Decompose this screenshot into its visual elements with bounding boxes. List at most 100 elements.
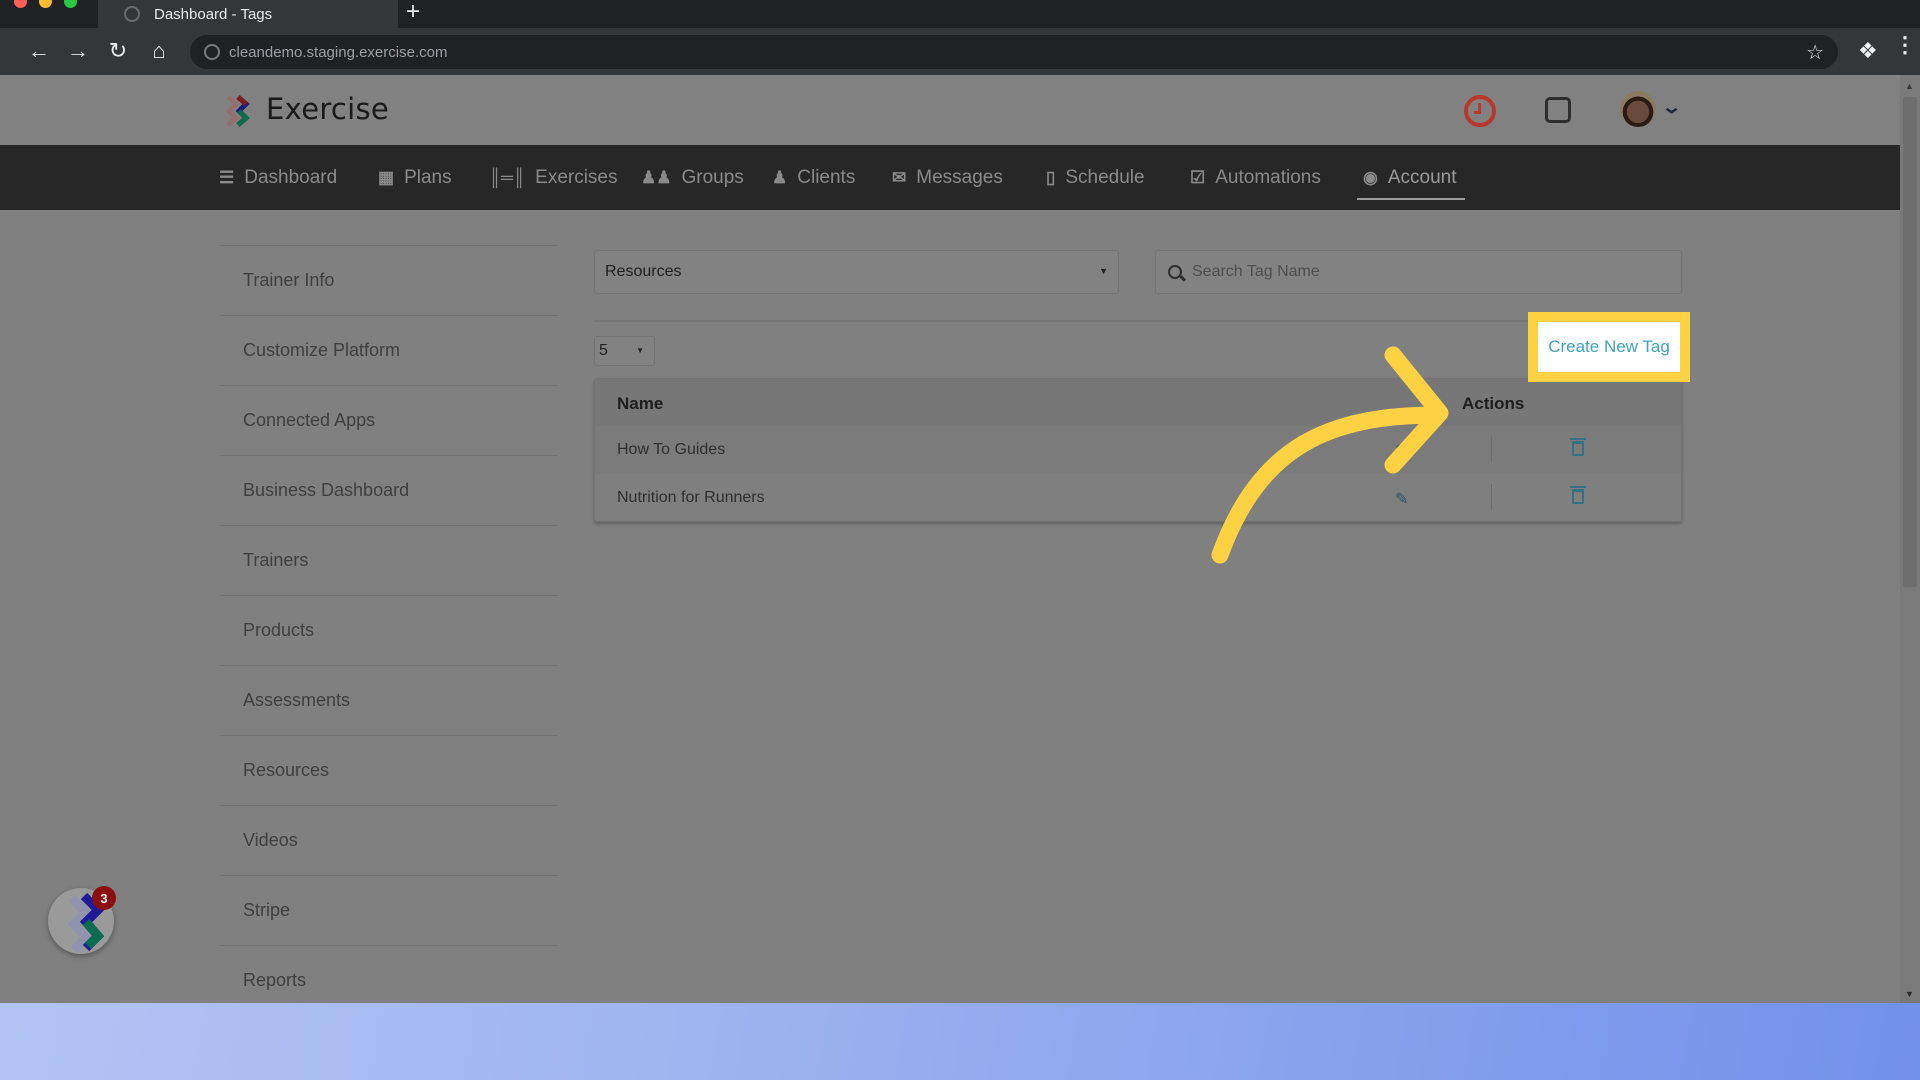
close-window-button[interactable]	[14, 0, 27, 8]
sidebar-item-reports[interactable]: Reports	[220, 945, 558, 1003]
url-text[interactable]: cleandemo.staging.exercise.com	[229, 44, 447, 61]
nav-groups[interactable]: ♟♟ Groups	[641, 145, 744, 210]
nav-clients[interactable]: ♟ Clients	[772, 145, 855, 210]
forward-icon[interactable]: →	[63, 36, 93, 66]
nav-label: Plans	[404, 166, 452, 188]
nav-label: Dashboard	[244, 166, 338, 188]
sidebar-item-label: Reports	[243, 970, 307, 990]
create-tag-highlight: Create New Tag	[1528, 312, 1690, 382]
nav-label: Clients	[797, 166, 856, 188]
sidebar-item-label: Products	[243, 620, 315, 640]
sidebar-item-stripe[interactable]: Stripe	[220, 875, 558, 945]
sidebar-item-label: Trainers	[243, 550, 309, 570]
maximize-window-button[interactable]	[64, 0, 77, 8]
back-icon[interactable]: ←	[24, 36, 54, 66]
column-header-actions: Actions	[1462, 394, 1525, 413]
app-header: Exercise ⌄	[0, 75, 1900, 145]
page-size-select[interactable]: 5 ▼	[594, 336, 655, 366]
sidebar-item-label: Assessments	[243, 690, 351, 710]
nav-schedule[interactable]: ▯ Schedule	[1046, 145, 1145, 210]
edit-pencil-icon[interactable]: ✎	[1395, 441, 1411, 460]
page: Exercise ⌄ ☰ Dashboard ▦ Plans ║═║ Exerc…	[0, 75, 1920, 1003]
tags-table: Name Actions How To Guides ✎ Nutrition f…	[594, 378, 1682, 522]
nav-label: Schedule	[1065, 166, 1145, 188]
new-tab-button[interactable]: +	[406, 0, 420, 26]
search-input[interactable]	[1192, 263, 1662, 281]
nav-dashboard[interactable]: ☰ Dashboard	[219, 145, 337, 210]
scroll-up-icon[interactable]: ▲	[1905, 81, 1914, 91]
trash-icon[interactable]	[1570, 438, 1586, 456]
user-circle-icon: ◉	[1363, 167, 1378, 187]
clipboard-icon: ▦	[378, 167, 395, 187]
extensions-icon[interactable]: ❖	[1858, 38, 1878, 64]
tag-name: Nutrition for Runners	[617, 489, 765, 506]
sidebar-item-trainer-info[interactable]: Trainer Info	[220, 245, 558, 315]
globe-icon	[124, 6, 140, 22]
trash-icon[interactable]	[1570, 486, 1586, 504]
browser-tab[interactable]: Dashboard - Tags	[98, 0, 398, 28]
notification-badge: 3	[92, 886, 116, 910]
divider	[594, 320, 1682, 322]
sidebar-item-label: Business Dashboard	[243, 480, 410, 500]
search-icon	[1168, 265, 1182, 279]
account-sidebar: Trainer Info Customize Platform Connecte…	[220, 245, 558, 1003]
brand-name[interactable]: Exercise	[266, 92, 389, 126]
sidebar-item-label: Customize Platform	[243, 340, 401, 360]
sidebar-item-resources[interactable]: Resources	[220, 735, 558, 805]
reload-icon[interactable]: ↻	[103, 36, 133, 66]
address-bar[interactable]: cleandemo.staging.exercise.com ☆	[190, 35, 1838, 69]
scrollbar[interactable]: ▲ ▼	[1900, 75, 1920, 1003]
nav-label: Account	[1387, 166, 1457, 188]
exercise-logo-icon[interactable]	[222, 95, 254, 127]
envelope-icon: ✉	[892, 167, 907, 187]
edit-pencil-icon[interactable]: ✎	[1395, 489, 1411, 508]
column-header-name[interactable]: Name	[617, 394, 663, 414]
create-new-tag-button[interactable]: Create New Tag	[1538, 322, 1680, 372]
sidebar-item-connected-apps[interactable]: Connected Apps	[220, 385, 558, 455]
caret-down-icon: ▼	[1099, 266, 1108, 276]
nav-messages[interactable]: ✉ Messages	[892, 145, 1003, 210]
users-icon: ♟♟	[641, 167, 672, 187]
nav-automations[interactable]: ☑ Automations	[1190, 145, 1321, 210]
site-info-icon[interactable]	[204, 44, 220, 60]
bookmark-star-icon[interactable]: ☆	[1806, 40, 1824, 65]
main-nav: ☰ Dashboard ▦ Plans ║═║ Exercises ♟♟ Gro…	[0, 145, 1900, 210]
nav-label: Messages	[916, 166, 1003, 188]
tag-category-select[interactable]: Resources ▼	[594, 250, 1119, 294]
tag-search[interactable]	[1155, 250, 1682, 294]
tab-title: Dashboard - Tags	[154, 5, 273, 23]
sidebar-item-label: Stripe	[243, 900, 291, 920]
divider	[1491, 484, 1492, 510]
sidebar-item-assessments[interactable]: Assessments	[220, 665, 558, 735]
clock-icon[interactable]	[1464, 95, 1496, 127]
minimize-window-button[interactable]	[39, 0, 52, 8]
avatar[interactable]	[1620, 91, 1656, 127]
sidebar-item-products[interactable]: Products	[220, 595, 558, 665]
sidebar-item-trainers[interactable]: Trainers	[220, 525, 558, 595]
scrollbar-thumb[interactable]	[1903, 97, 1917, 587]
browser-toolbar: ← → ↻ ⌂ cleandemo.staging.exercise.com ☆	[0, 28, 1920, 75]
category-selected-value: Resources	[605, 263, 682, 280]
menu-icon[interactable]: ⋮	[1894, 34, 1916, 56]
tag-name: How To Guides	[617, 441, 726, 458]
dumbbell-icon: ║═║	[489, 167, 526, 187]
chevron-down-icon[interactable]: ⌄	[1661, 97, 1682, 118]
sidebar-item-videos[interactable]: Videos	[220, 805, 558, 875]
nav-exercises[interactable]: ║═║ Exercises	[489, 145, 618, 210]
book-icon: ▯	[1046, 167, 1056, 187]
sidebar-item-label: Videos	[243, 830, 298, 850]
nav-plans[interactable]: ▦ Plans	[378, 145, 452, 210]
nav-label: Automations	[1215, 166, 1321, 188]
nav-label: Exercises	[535, 166, 618, 188]
square-icon[interactable]	[1545, 97, 1571, 123]
sidebar-item-customize-platform[interactable]: Customize Platform	[220, 315, 558, 385]
sidebar-item-label: Connected Apps	[243, 410, 376, 430]
nav-account[interactable]: ◉ Account	[1357, 145, 1464, 210]
screen: Dashboard - Tags + ← → ↻ ⌂ cleandemo.sta…	[0, 0, 1920, 1080]
scroll-down-icon[interactable]: ▼	[1905, 989, 1914, 999]
divider	[1491, 436, 1492, 462]
nav-label: Groups	[681, 166, 744, 188]
table-row: How To Guides ✎	[595, 426, 1681, 474]
sidebar-item-business-dashboard[interactable]: Business Dashboard	[220, 455, 558, 525]
home-icon[interactable]: ⌂	[144, 36, 174, 66]
